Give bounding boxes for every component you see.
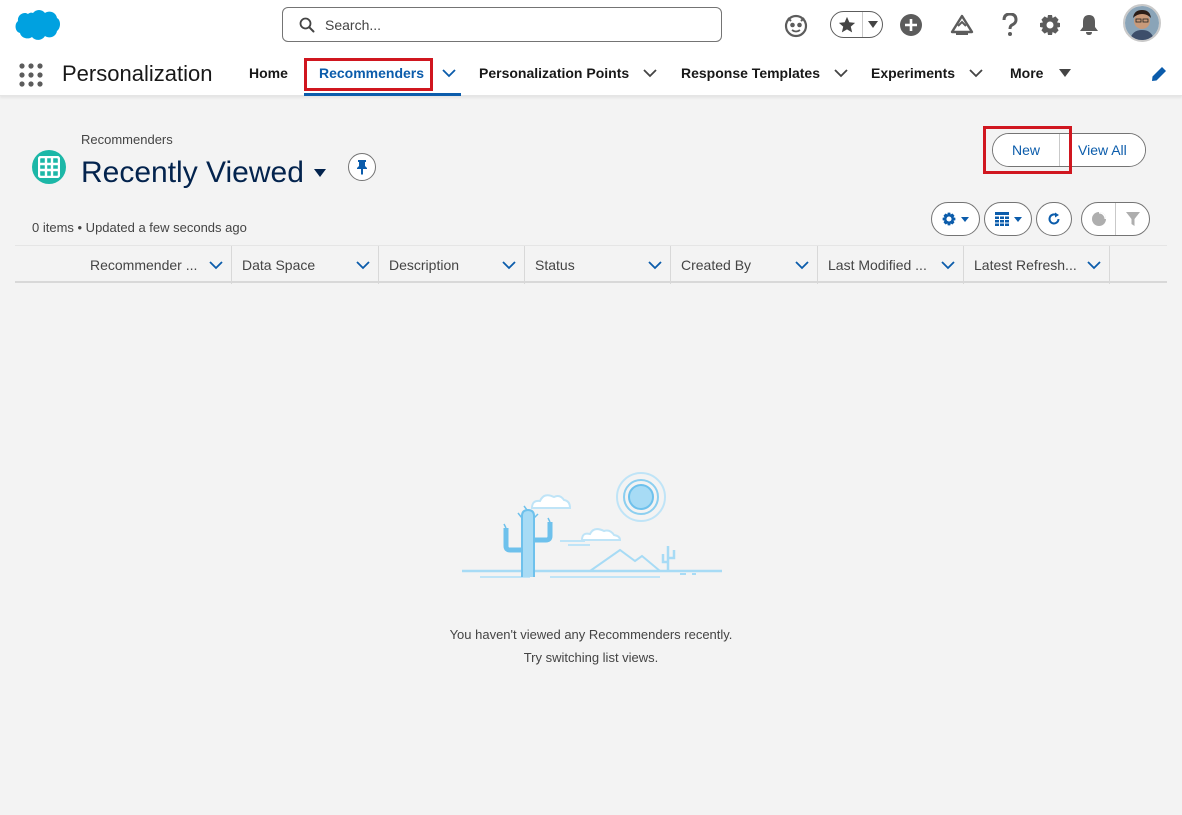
chevron-down-icon[interactable] — [643, 66, 657, 80]
column-header-created-by[interactable]: Created By — [671, 246, 818, 284]
column-label: Recommender ... — [90, 257, 198, 273]
tab-personalization-points[interactable]: Personalization Points — [479, 50, 657, 96]
filter-button[interactable] — [1116, 203, 1149, 235]
chevron-down-icon[interactable] — [209, 258, 223, 272]
chevron-down-icon[interactable] — [1087, 258, 1101, 272]
column-label: Data Space — [242, 257, 316, 273]
tab-more-label: More — [1010, 65, 1044, 81]
app-name: Personalization — [62, 61, 213, 86]
chevron-down-icon[interactable] — [795, 258, 809, 272]
chart-icon — [1091, 212, 1106, 226]
tab-home-label: Home — [249, 65, 288, 81]
tab-experiments[interactable]: Experiments — [871, 50, 983, 96]
empty-state-hint: Try switching list views. — [523, 650, 659, 665]
einstein-icon[interactable] — [782, 11, 810, 39]
pin-icon — [357, 160, 367, 175]
search-bar[interactable] — [282, 7, 722, 42]
tab-response-templates-label: Response Templates — [681, 65, 821, 81]
view-all-button[interactable]: View All — [1060, 134, 1145, 166]
desert-illustration — [462, 472, 722, 578]
tab-response-templates[interactable]: Response Templates — [681, 50, 848, 96]
plus-icon[interactable] — [897, 11, 925, 39]
column-header-recommender[interactable]: Recommender ... — [80, 246, 232, 284]
pencil-icon[interactable] — [1151, 66, 1167, 82]
gear-icon[interactable] — [1036, 11, 1064, 39]
chart-button[interactable] — [1082, 203, 1116, 235]
column-header-description[interactable]: Description — [379, 246, 525, 284]
column-label: Description — [389, 257, 460, 273]
list-meta: 0 items • Updated a few seconds ago — [32, 220, 247, 235]
column-label: Created By — [681, 257, 752, 273]
chevron-down-icon[interactable] — [648, 258, 662, 272]
list-view-selector[interactable]: Recently Viewed — [81, 156, 326, 190]
list-settings-button[interactable] — [931, 202, 980, 236]
pin-button[interactable] — [348, 153, 376, 181]
tab-home[interactable]: Home — [249, 50, 288, 96]
trailhead-icon[interactable] — [948, 11, 976, 39]
gear-icon — [942, 212, 956, 226]
filter-icon — [1125, 212, 1140, 226]
chevron-down-icon[interactable] — [442, 66, 456, 80]
table-icon — [994, 212, 1009, 226]
bell-icon[interactable] — [1075, 11, 1103, 39]
column-header-status[interactable]: Status — [525, 246, 671, 284]
tab-personalization-points-label: Personalization Points — [479, 65, 630, 81]
avatar[interactable] — [1123, 4, 1161, 42]
column-label: Last Modified ... — [828, 257, 927, 273]
new-button[interactable]: New — [993, 134, 1060, 166]
empty-state-message: You haven't viewed any Recommenders rece… — [449, 627, 733, 642]
app-navigation: Personalization Home Recommenders Person… — [0, 50, 1182, 96]
object-label: Recommenders — [81, 132, 173, 147]
search-icon — [299, 17, 315, 32]
column-header-last-modified[interactable]: Last Modified ... — [818, 246, 964, 284]
grid-icon — [32, 150, 66, 184]
active-tab-indicator — [304, 93, 461, 96]
refresh-icon — [1048, 212, 1060, 225]
caret-down-icon — [1013, 216, 1022, 222]
refresh-button[interactable] — [1036, 202, 1072, 236]
chevron-down-icon[interactable] — [941, 258, 955, 272]
caret-down-icon — [1059, 69, 1072, 77]
star-icon[interactable] — [831, 12, 863, 37]
display-as-button[interactable] — [984, 202, 1032, 236]
list-actions: New View All — [992, 133, 1146, 167]
search-input[interactable] — [325, 16, 705, 33]
column-label: Status — [535, 257, 575, 273]
tab-experiments-label: Experiments — [871, 65, 956, 81]
tab-more[interactable]: More — [1010, 50, 1072, 96]
column-header-data-space[interactable]: Data Space — [232, 246, 379, 284]
column-label: Latest Refresh... — [974, 257, 1077, 273]
column-header-latest-refresh[interactable]: Latest Refresh... — [964, 246, 1110, 284]
table-header: Recommender ... Data Space Description S… — [15, 245, 1167, 284]
salesforce-logo[interactable] — [14, 9, 60, 41]
favorites-menu-icon[interactable] — [863, 21, 882, 28]
global-header — [0, 0, 1182, 50]
app-launcher-icon[interactable] — [19, 63, 43, 87]
chevron-down-icon[interactable] — [969, 66, 983, 80]
favorites-group — [830, 11, 883, 38]
page-title: Recently Viewed — [81, 156, 304, 189]
help-icon[interactable] — [996, 11, 1024, 39]
chevron-down-icon[interactable] — [834, 66, 848, 80]
tab-recommenders[interactable]: Recommenders — [319, 50, 456, 96]
caret-down-icon — [313, 169, 326, 177]
chevron-down-icon[interactable] — [356, 258, 370, 272]
chevron-down-icon[interactable] — [502, 258, 516, 272]
tab-recommenders-label: Recommenders — [319, 65, 425, 81]
caret-down-icon — [961, 216, 969, 222]
chart-filter-group — [1081, 202, 1150, 236]
